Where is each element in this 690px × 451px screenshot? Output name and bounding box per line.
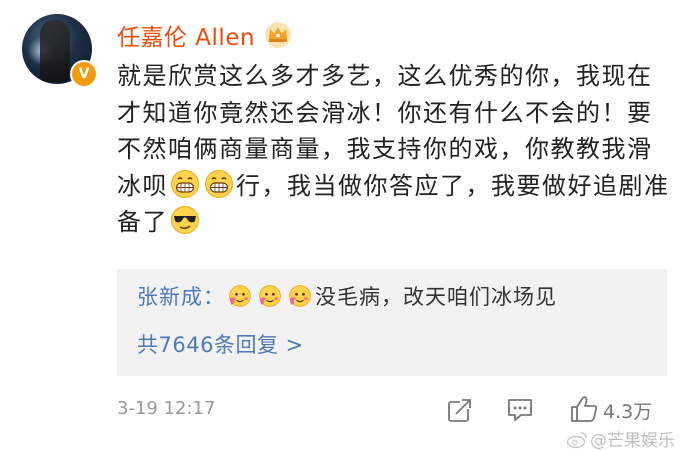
like-icon[interactable] xyxy=(569,395,599,423)
grin-emoji xyxy=(205,169,233,198)
blush-emoji xyxy=(289,285,311,307)
weibo-logo-icon xyxy=(566,432,587,449)
reply-author[interactable]: 张新成： xyxy=(137,285,225,309)
watermark-text: @芒果娱乐 xyxy=(590,431,675,451)
comment-card: V 任嘉伦 Allen 就是欣赏这么多才多艺，这么优秀的你，我现在才知道你竟然还… xyxy=(0,0,690,451)
sunglasses-emoji xyxy=(171,206,199,234)
like-count: 4.3万 xyxy=(603,401,653,423)
view-replies-link[interactable]: 共7646条回复 > xyxy=(137,329,304,359)
reply-line: 张新成： 没毛病，改天咱们冰场见 xyxy=(137,281,557,311)
crown-icon xyxy=(265,22,291,48)
verified-badge: V xyxy=(70,60,98,88)
reply-preview[interactable]: 张新成： 没毛病，改天咱们冰场见 共7646条回复 > xyxy=(117,269,667,376)
comment-icon[interactable] xyxy=(506,397,534,423)
share-icon[interactable] xyxy=(447,397,473,423)
avatar-figure xyxy=(40,20,70,82)
watermark: @芒果娱乐 xyxy=(566,426,675,451)
blush-emoji xyxy=(229,285,251,307)
comment-timestamp: 3-19 12:17 xyxy=(117,398,216,419)
blush-emoji xyxy=(259,285,281,307)
reply-text: 没毛病，改天咱们冰场见 xyxy=(315,285,557,309)
grin-emoji xyxy=(171,169,199,198)
username[interactable]: 任嘉伦 Allen xyxy=(117,18,255,52)
comment-text: 就是欣赏这么多才多艺，这么优秀的你，我现在才知道你竟然还会滑冰！你还有什么不会的… xyxy=(117,58,672,241)
